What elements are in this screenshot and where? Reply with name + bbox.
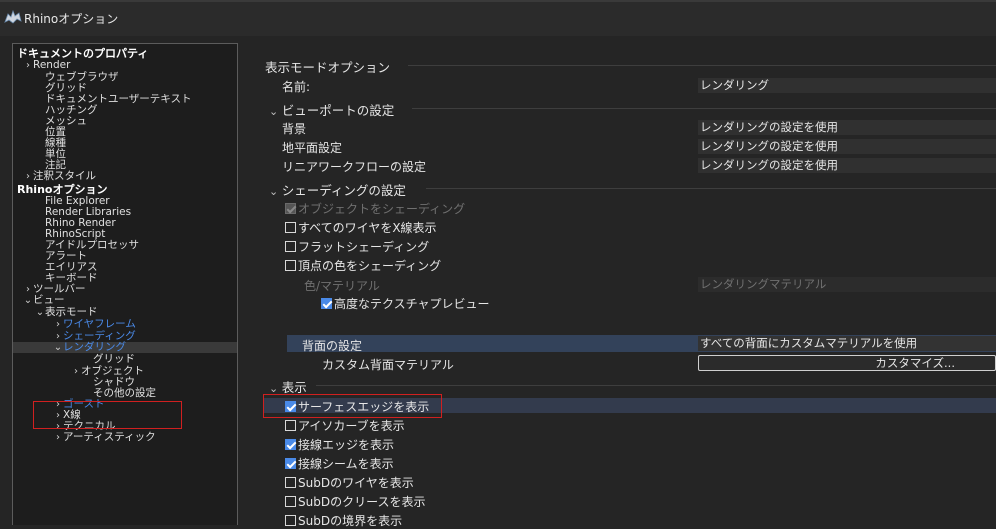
tree-item[interactable]: ⌄表示モード (13, 306, 98, 319)
tangent-seam-checkbox[interactable] (285, 458, 296, 469)
subd-boundary-label: SubDの境界を表示 (298, 514, 403, 528)
shade-objects-label: オブジェクトをシェーディング (298, 202, 466, 216)
window-title: Rhinoオプション (24, 12, 119, 26)
isocurve-label: アイソカーブを表示 (298, 419, 405, 433)
window-top-border (0, 0, 996, 2)
subd-crease-label: SubDのクリースを表示 (298, 495, 426, 509)
linear-workflow-label: リニアワークフローの設定 (282, 160, 427, 174)
custom-back-material-label: カスタム背面マテリアル (322, 358, 454, 372)
chevron-right-icon[interactable]: › (53, 432, 63, 443)
backface-dropdown[interactable]: すべての背面にカスタムマテリアルを使用 (698, 336, 996, 351)
tree-item-label: 注釈スタイル (33, 170, 96, 182)
chevron-down-icon[interactable]: ⌄ (35, 307, 45, 318)
vertex-color-checkbox[interactable] (285, 260, 296, 271)
title-bar: Rhinoオプション (0, 0, 996, 36)
xray-wires-checkbox[interactable] (285, 222, 296, 233)
xray-wires-label: すべてのワイヤをX線表示 (298, 221, 437, 235)
header-divider (408, 65, 996, 66)
linear-workflow-dropdown[interactable]: レンダリングの設定を使用 (698, 158, 996, 173)
flat-shading-label: フラットシェーディング (298, 240, 430, 254)
subd-wire-checkbox[interactable] (285, 477, 296, 488)
backface-label: 背面の設定 (302, 339, 363, 353)
ground-plane-label: 地平面設定 (282, 141, 343, 155)
chevron-right-icon[interactable]: › (23, 171, 33, 182)
color-material-dropdown: レンダリングマテリアル (698, 277, 996, 292)
chevron-down-icon: ⌄ (269, 105, 282, 118)
tree-item-label: ワイヤフレーム (63, 318, 136, 330)
chevron-right-icon[interactable]: › (53, 319, 63, 330)
rendering-highlight-box (33, 401, 182, 429)
tree-item-label: グリッド (93, 353, 135, 365)
tree-item[interactable]: › ワイヤフレーム (13, 318, 136, 331)
vertex-color-label: 頂点の色をシェーディング (298, 259, 442, 273)
tree-item[interactable]: ドキュメントユーザーテキスト (13, 94, 191, 105)
isocurve-checkbox[interactable] (285, 420, 296, 431)
customize-button[interactable]: カスタマイズ... (698, 355, 996, 371)
shading-section-header[interactable]: ⌄ シェーディングの設定 (269, 180, 406, 199)
name-field[interactable]: レンダリング (698, 78, 996, 93)
panel-header: 表示モードオプション (265, 60, 391, 75)
viewport-section-header[interactable]: ⌄ ビューポートの設定 (269, 100, 394, 119)
tree-item[interactable]: ドキュメントのプロパティ (13, 48, 148, 59)
viewport-divider (412, 108, 996, 109)
chevron-right-icon[interactable]: › (53, 331, 63, 342)
background-label: 背景 (282, 122, 307, 136)
display-section-label: 表示 (281, 380, 307, 395)
tangent-seam-label: 接線シームを表示 (298, 457, 394, 471)
tree-item[interactable]: › アーティスティック (13, 431, 156, 444)
chevron-right-icon[interactable]: › (23, 284, 33, 295)
flat-shading-checkbox[interactable] (285, 241, 296, 252)
tree-item-label: レンダリング (63, 341, 126, 353)
tree-item[interactable]: ⌄レンダリング (13, 342, 237, 353)
ground-plane-dropdown[interactable]: レンダリングの設定を使用 (698, 139, 996, 154)
tree-item[interactable]: Rhinoオプション (13, 184, 107, 195)
subd-boundary-checkbox[interactable] (285, 515, 296, 526)
tree-item-label: アーティスティック (63, 431, 156, 443)
advanced-texture-checkbox[interactable] (321, 298, 332, 309)
options-tree[interactable]: ドキュメントのプロパティ › Render ウェブブラウザ グリッド ドキュメントユーザー… (12, 43, 238, 525)
tree-item[interactable]: › 注釈スタイル (13, 170, 96, 183)
subd-crease-checkbox[interactable] (285, 496, 296, 507)
chevron-down-icon: ⌄ (269, 185, 282, 198)
display-divider (316, 385, 996, 386)
background-dropdown[interactable]: レンダリングの設定を使用 (698, 120, 996, 135)
subd-wire-label: SubDのワイヤを表示 (298, 476, 414, 490)
chevron-down-icon[interactable]: ⌄ (53, 342, 63, 353)
color-material-label: 色/マテリアル (304, 279, 380, 293)
surface-edge-highlight-box (263, 394, 442, 418)
chevron-right-icon[interactable]: › (71, 366, 81, 377)
display-mode-options-panel: 表示モードオプション 名前: レンダリング ⌄ ビューポートの設定 背景 レンダ… (252, 43, 996, 528)
advanced-texture-label: 高度なテクスチャプレビュー (334, 297, 490, 311)
viewport-section-label: ビューポートの設定 (281, 103, 395, 118)
tangent-edge-label: 接線エッジを表示 (298, 438, 395, 452)
rhino-app-icon (4, 9, 22, 24)
name-label: 名前: (282, 80, 311, 94)
tree-item[interactable]: ⌄ビュー (13, 294, 65, 307)
shading-divider (426, 188, 996, 189)
chevron-down-icon[interactable]: ⌄ (23, 295, 33, 306)
shading-section-label: シェーディングの設定 (281, 183, 406, 198)
tree-item-label: ビュー (33, 294, 65, 306)
tree-item[interactable]: グリッド (13, 354, 135, 365)
shade-objects-checkbox (285, 203, 296, 214)
tree-item[interactable]: › Render (13, 59, 71, 72)
tangent-edge-checkbox[interactable] (285, 439, 296, 450)
chevron-right-icon[interactable]: › (23, 60, 33, 71)
tree-item-label: 表示モード (45, 306, 98, 318)
tree-item-label: Render (33, 59, 71, 71)
